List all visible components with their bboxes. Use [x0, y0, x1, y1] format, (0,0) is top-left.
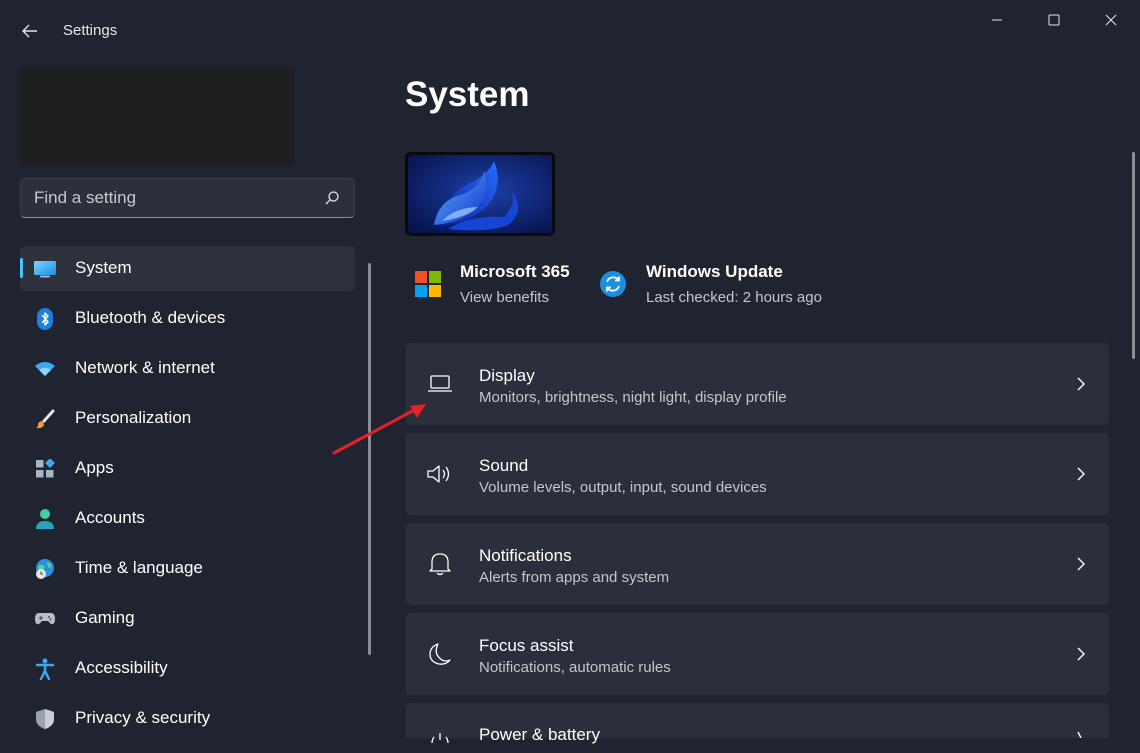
sidebar-item-label: Time & language: [75, 558, 203, 577]
page-title: System: [405, 75, 530, 114]
card-title: Sound: [479, 456, 529, 475]
chevron-right-icon: [1077, 731, 1082, 738]
main-content: System Microsoft 365 View benefits Windo…: [375, 60, 1140, 744]
sidebar-item-label: Apps: [75, 458, 114, 477]
card-title: Notifications: [479, 546, 572, 565]
card-subtitle: Volume levels, output, input, sound devi…: [479, 479, 767, 496]
card-subtitle: Monitors, brightness, night light, displ…: [479, 389, 787, 406]
gamepad-icon: [34, 608, 56, 630]
bell-icon: [426, 550, 454, 578]
microsoft-logo-icon: [415, 271, 441, 297]
back-button[interactable]: [18, 19, 42, 43]
focus-assist-card[interactable]: Focus assist Notifications, automatic ru…: [406, 613, 1109, 695]
card-title: Display: [479, 366, 535, 385]
speaker-icon: [426, 460, 454, 488]
app-title: Settings: [63, 22, 118, 39]
system-monitor-icon: [34, 258, 56, 280]
chevron-right-icon: [1077, 467, 1085, 481]
sidebar-item-time-language[interactable]: Time & language: [20, 546, 355, 591]
search-box[interactable]: [20, 178, 355, 218]
sidebar-item-accounts[interactable]: Accounts: [20, 496, 355, 541]
search-icon[interactable]: [324, 190, 340, 206]
sidebar: System Bluetooth & devices Network & int…: [0, 60, 375, 738]
power-battery-card[interactable]: Power & battery: [406, 703, 1109, 744]
minimize-button[interactable]: [974, 5, 1020, 35]
sidebar-item-label: Privacy & security: [75, 708, 211, 727]
windows-update-icon: [600, 271, 626, 297]
card-subtitle: Alerts from apps and system: [479, 569, 670, 586]
search-input[interactable]: [21, 179, 311, 217]
sidebar-item-network[interactable]: Network & internet: [20, 346, 355, 391]
sidebar-item-label: Personalization: [75, 408, 192, 427]
close-icon: [1105, 14, 1117, 26]
selected-indicator: [20, 258, 23, 278]
maximize-icon: [1048, 14, 1060, 26]
sidebar-item-label: Network & internet: [75, 358, 215, 377]
card-title: Power & battery: [479, 725, 600, 744]
title-bar: Settings: [0, 0, 1140, 60]
accessibility-icon: [34, 658, 56, 680]
windows-bloom-wallpaper-icon: [408, 155, 552, 233]
display-card[interactable]: Display Monitors, brightness, night ligh…: [406, 343, 1109, 425]
sidebar-item-label: Bluetooth & devices: [75, 308, 226, 327]
apps-icon: [34, 458, 56, 480]
paintbrush-icon: [34, 408, 56, 430]
back-arrow-icon: [22, 24, 37, 38]
moon-icon: [426, 640, 454, 668]
shield-icon: [34, 708, 56, 730]
wifi-icon: [34, 358, 56, 380]
chevron-right-icon: [1077, 557, 1085, 571]
card-title: Focus assist: [479, 636, 574, 655]
laptop-icon: [426, 370, 454, 398]
notifications-card[interactable]: Notifications Alerts from apps and syste…: [406, 523, 1109, 605]
main-scrollbar[interactable]: [1132, 152, 1135, 359]
sidebar-item-system[interactable]: System: [20, 246, 355, 291]
user-profile-area[interactable]: [20, 68, 294, 166]
globe-clock-icon: [34, 558, 56, 580]
sound-card[interactable]: Sound Volume levels, output, input, soun…: [406, 433, 1109, 515]
tile-subtitle: Last checked: 2 hours ago: [646, 289, 822, 306]
tile-title: Windows Update: [646, 262, 783, 281]
sidebar-item-personalization[interactable]: Personalization: [20, 396, 355, 441]
windows-update-tile[interactable]: Windows Update Last checked: 2 hours ago: [591, 260, 831, 315]
card-subtitle: Notifications, automatic rules: [479, 659, 671, 676]
device-preview[interactable]: [405, 152, 555, 236]
power-icon: [426, 725, 454, 753]
chevron-right-icon: [1077, 647, 1085, 661]
sidebar-item-bluetooth[interactable]: Bluetooth & devices: [20, 296, 355, 341]
close-button[interactable]: [1088, 5, 1134, 35]
sidebar-item-label: Gaming: [75, 608, 135, 627]
sidebar-item-label: System: [75, 258, 132, 277]
chevron-right-icon: [1077, 377, 1085, 391]
sidebar-item-gaming[interactable]: Gaming: [20, 596, 355, 641]
sidebar-item-accessibility[interactable]: Accessibility: [20, 646, 355, 691]
sidebar-item-apps[interactable]: Apps: [20, 446, 355, 491]
sidebar-item-label: Accounts: [75, 508, 145, 527]
account-icon: [34, 508, 56, 530]
sidebar-scrollbar[interactable]: [368, 263, 371, 655]
sidebar-item-privacy-security[interactable]: Privacy & security: [20, 696, 355, 741]
tile-title: Microsoft 365: [460, 262, 570, 281]
maximize-button[interactable]: [1031, 5, 1077, 35]
microsoft-365-tile[interactable]: Microsoft 365 View benefits: [405, 260, 575, 315]
sidebar-item-label: Accessibility: [75, 658, 168, 677]
minimize-icon: [992, 19, 1002, 21]
bluetooth-icon: [34, 308, 56, 330]
tile-subtitle: View benefits: [460, 289, 549, 306]
